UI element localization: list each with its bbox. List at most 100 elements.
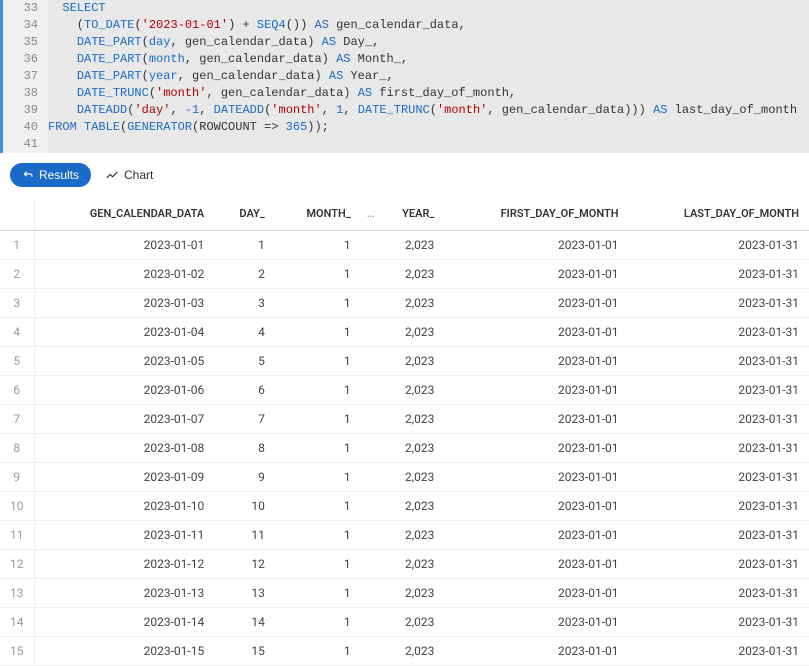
cell[interactable]: 2,023 bbox=[375, 231, 445, 260]
cell[interactable]: 2023-01-31 bbox=[629, 434, 809, 463]
cell[interactable]: 1 bbox=[275, 405, 361, 434]
cell[interactable]: 8 bbox=[214, 434, 275, 463]
cell[interactable]: 1 bbox=[275, 463, 361, 492]
cell[interactable]: 2023-01-31 bbox=[629, 521, 809, 550]
cell[interactable]: 2023-01-31 bbox=[629, 347, 809, 376]
cell[interactable]: 2023-01-14 bbox=[34, 608, 214, 637]
cell[interactable]: 1 bbox=[275, 376, 361, 405]
table-row[interactable]: 22023-01-02212,0232023-01-012023-01-31 bbox=[0, 260, 809, 289]
cell[interactable]: 1 bbox=[275, 434, 361, 463]
chart-button[interactable]: Chart bbox=[105, 168, 153, 182]
code-content[interactable]: FROM TABLE(GENERATOR(ROWCOUNT => 365)); bbox=[48, 119, 809, 136]
cell[interactable]: 2023-01-31 bbox=[629, 231, 809, 260]
table-row[interactable]: 42023-01-04412,0232023-01-012023-01-31 bbox=[0, 318, 809, 347]
column-header[interactable]: LAST_DAY_OF_MONTH bbox=[629, 197, 809, 231]
cell[interactable]: 2023-01-13 bbox=[34, 579, 214, 608]
cell[interactable]: 1 bbox=[275, 637, 361, 666]
cell[interactable]: 2023-01-01 bbox=[444, 405, 628, 434]
cell[interactable]: 2,023 bbox=[375, 289, 445, 318]
cell[interactable]: 2023-01-01 bbox=[444, 521, 628, 550]
cell[interactable]: 2,023 bbox=[375, 579, 445, 608]
cell[interactable]: 1 bbox=[275, 260, 361, 289]
table-row[interactable]: 32023-01-03312,0232023-01-012023-01-31 bbox=[0, 289, 809, 318]
table-row[interactable]: 142023-01-141412,0232023-01-012023-01-31 bbox=[0, 608, 809, 637]
cell[interactable]: 2023-01-10 bbox=[34, 492, 214, 521]
cell[interactable]: 2,023 bbox=[375, 492, 445, 521]
results-table[interactable]: GEN_CALENDAR_DATADAY_MONTH_YEAR_FIRST_DA… bbox=[0, 197, 809, 666]
cell[interactable]: 2,023 bbox=[375, 318, 445, 347]
cell[interactable]: 14 bbox=[214, 608, 275, 637]
cell[interactable]: 2023-01-15 bbox=[34, 637, 214, 666]
table-row[interactable]: 72023-01-07712,0232023-01-012023-01-31 bbox=[0, 405, 809, 434]
cell[interactable]: 2023-01-01 bbox=[444, 608, 628, 637]
cell[interactable]: 2,023 bbox=[375, 521, 445, 550]
cell[interactable]: 2023-01-31 bbox=[629, 637, 809, 666]
code-content[interactable]: DATE_PART(year, gen_calendar_data) AS Ye… bbox=[48, 68, 809, 85]
cell[interactable]: 1 bbox=[275, 231, 361, 260]
code-content[interactable]: SELECT bbox=[48, 0, 809, 17]
cell[interactable]: 2023-01-31 bbox=[629, 463, 809, 492]
cell[interactable]: 2023-01-01 bbox=[444, 579, 628, 608]
cell[interactable]: 7 bbox=[214, 405, 275, 434]
code-content[interactable]: DATE_PART(day, gen_calendar_data) AS Day… bbox=[48, 34, 809, 51]
cell[interactable]: 1 bbox=[275, 492, 361, 521]
table-row[interactable]: 52023-01-05512,0232023-01-012023-01-31 bbox=[0, 347, 809, 376]
cell[interactable]: 2023-01-01 bbox=[444, 318, 628, 347]
column-header[interactable]: GEN_CALENDAR_DATA bbox=[34, 197, 214, 231]
cell[interactable]: 2023-01-12 bbox=[34, 550, 214, 579]
cell[interactable]: 5 bbox=[214, 347, 275, 376]
cell[interactable]: 2023-01-01 bbox=[444, 434, 628, 463]
code-content[interactable]: DATEADD('day', -1, DATEADD('month', 1, D… bbox=[48, 102, 809, 119]
cell[interactable]: 1 bbox=[214, 231, 275, 260]
cell[interactable]: 10 bbox=[214, 492, 275, 521]
cell[interactable]: 2,023 bbox=[375, 347, 445, 376]
cell[interactable]: 2023-01-07 bbox=[34, 405, 214, 434]
cell[interactable]: 2023-01-31 bbox=[629, 579, 809, 608]
cell[interactable]: 2023-01-31 bbox=[629, 289, 809, 318]
cell[interactable]: 11 bbox=[214, 521, 275, 550]
table-row[interactable]: 62023-01-06612,0232023-01-012023-01-31 bbox=[0, 376, 809, 405]
cell[interactable]: 1 bbox=[275, 608, 361, 637]
cell[interactable]: 2,023 bbox=[375, 434, 445, 463]
results-button[interactable]: Results bbox=[10, 163, 91, 187]
cell[interactable]: 2,023 bbox=[375, 260, 445, 289]
table-row[interactable]: 152023-01-151512,0232023-01-012023-01-31 bbox=[0, 637, 809, 666]
cell[interactable]: 2023-01-09 bbox=[34, 463, 214, 492]
cell[interactable]: 2023-01-01 bbox=[444, 260, 628, 289]
sql-editor[interactable]: 33 SELECT34 (TO_DATE('2023-01-01') + SEQ… bbox=[0, 0, 809, 153]
cell[interactable]: 2023-01-01 bbox=[444, 231, 628, 260]
code-content[interactable]: DATE_TRUNC('month', gen_calendar_data) A… bbox=[48, 85, 809, 102]
cell[interactable]: 2023-01-31 bbox=[629, 376, 809, 405]
cell[interactable]: 2023-01-01 bbox=[444, 376, 628, 405]
cell[interactable]: 12 bbox=[214, 550, 275, 579]
cell[interactable]: 2023-01-31 bbox=[629, 405, 809, 434]
cell[interactable]: 2023-01-01 bbox=[444, 637, 628, 666]
column-header[interactable]: MONTH_ bbox=[275, 197, 361, 231]
cell[interactable]: 1 bbox=[275, 318, 361, 347]
cell[interactable]: 3 bbox=[214, 289, 275, 318]
table-row[interactable]: 122023-01-121212,0232023-01-012023-01-31 bbox=[0, 550, 809, 579]
table-row[interactable]: 132023-01-131312,0232023-01-012023-01-31 bbox=[0, 579, 809, 608]
table-row[interactable]: 112023-01-111112,0232023-01-012023-01-31 bbox=[0, 521, 809, 550]
cell[interactable]: 2023-01-08 bbox=[34, 434, 214, 463]
cell[interactable]: 2023-01-02 bbox=[34, 260, 214, 289]
cell[interactable]: 2023-01-11 bbox=[34, 521, 214, 550]
cell[interactable]: 1 bbox=[275, 347, 361, 376]
column-header[interactable]: FIRST_DAY_OF_MONTH bbox=[444, 197, 628, 231]
cell[interactable]: 2023-01-05 bbox=[34, 347, 214, 376]
cell[interactable]: 1 bbox=[275, 521, 361, 550]
cell[interactable]: 2023-01-01 bbox=[34, 231, 214, 260]
cell[interactable]: 2023-01-01 bbox=[444, 550, 628, 579]
cell[interactable]: 6 bbox=[214, 376, 275, 405]
cell[interactable]: 2023-01-04 bbox=[34, 318, 214, 347]
table-row[interactable]: 12023-01-01112,0232023-01-012023-01-31 bbox=[0, 231, 809, 260]
cell[interactable]: 2 bbox=[214, 260, 275, 289]
cell[interactable]: 2023-01-31 bbox=[629, 318, 809, 347]
more-columns-indicator[interactable] bbox=[361, 197, 375, 231]
cell[interactable]: 2,023 bbox=[375, 550, 445, 579]
column-header[interactable]: DAY_ bbox=[214, 197, 275, 231]
cell[interactable]: 2023-01-06 bbox=[34, 376, 214, 405]
table-row[interactable]: 102023-01-101012,0232023-01-012023-01-31 bbox=[0, 492, 809, 521]
cell[interactable]: 2023-01-31 bbox=[629, 492, 809, 521]
cell[interactable]: 1 bbox=[275, 289, 361, 318]
